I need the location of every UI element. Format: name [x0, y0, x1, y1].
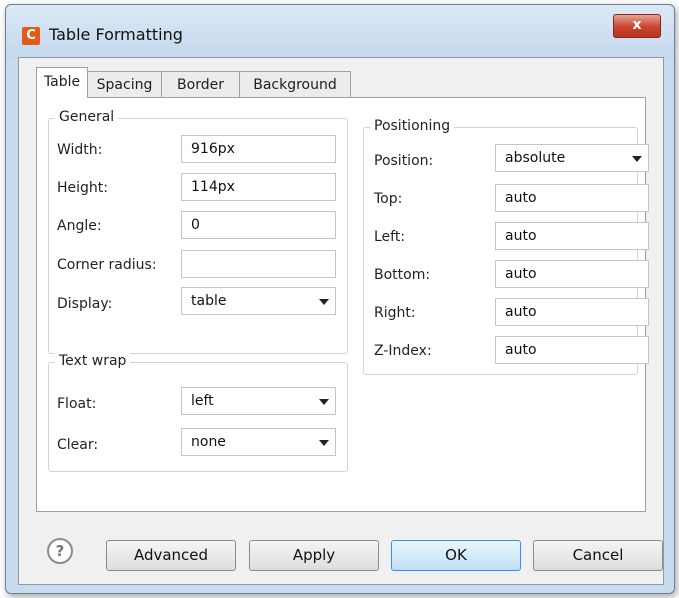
z-index-input[interactable]: auto: [495, 336, 649, 364]
corner-radius-label: Corner radius:: [57, 257, 157, 273]
close-button[interactable]: x: [613, 14, 661, 38]
display-select-value: table: [191, 293, 227, 309]
angle-input[interactable]: 0: [181, 211, 336, 239]
clear-select[interactable]: none: [181, 428, 336, 456]
angle-label: Angle:: [57, 218, 102, 234]
dialog-body: Table Spacing Border Background General …: [18, 57, 664, 585]
width-label: Width:: [57, 142, 103, 158]
positioning-legend: Positioning: [370, 118, 455, 134]
tab-background[interactable]: Background: [239, 71, 351, 97]
table-tab-panel: General Width: 916px Height: 114px Angle…: [36, 97, 649, 512]
float-select[interactable]: left: [181, 387, 336, 415]
left-input[interactable]: auto: [495, 222, 649, 250]
tab-border[interactable]: Border: [161, 71, 240, 97]
text-wrap-legend: Text wrap: [55, 353, 131, 369]
help-icon[interactable]: ?: [47, 538, 73, 564]
tab-spacing[interactable]: Spacing: [87, 71, 162, 97]
general-group: General Width: 916px Height: 114px Angle…: [48, 109, 348, 354]
float-select-value: left: [191, 393, 214, 409]
app-logo-icon: C: [22, 27, 40, 45]
ok-button[interactable]: OK: [391, 540, 521, 571]
right-label: Right:: [374, 305, 416, 321]
tab-table[interactable]: Table: [36, 67, 88, 98]
width-input[interactable]: 916px: [181, 135, 336, 163]
position-label: Position:: [374, 153, 434, 169]
general-legend: General: [55, 109, 119, 125]
top-input[interactable]: auto: [495, 184, 649, 212]
height-input[interactable]: 114px: [181, 173, 336, 201]
positioning-group: Positioning Position: absolute Top: auto…: [363, 118, 649, 375]
left-label: Left:: [374, 229, 406, 245]
cancel-button[interactable]: Cancel: [533, 540, 663, 571]
advanced-button[interactable]: Advanced: [106, 540, 236, 571]
chevron-down-icon: [319, 440, 329, 446]
position-select-value: absolute: [505, 150, 566, 166]
display-label: Display:: [57, 296, 113, 312]
title-bar: C Table Formatting x: [6, 5, 674, 59]
bottom-input[interactable]: auto: [495, 260, 649, 288]
chevron-down-icon: [319, 299, 329, 305]
chevron-down-icon: [319, 399, 329, 405]
table-formatting-dialog: C Table Formatting x Table Spacing Borde…: [5, 4, 675, 594]
top-label: Top:: [374, 191, 403, 207]
right-input[interactable]: auto: [495, 298, 649, 326]
height-label: Height:: [57, 180, 108, 196]
text-wrap-group: Text wrap Float: left Clear: none: [48, 353, 348, 472]
chevron-down-icon: [632, 156, 642, 162]
apply-button[interactable]: Apply: [249, 540, 379, 571]
clear-label: Clear:: [57, 437, 99, 453]
bottom-label: Bottom:: [374, 267, 431, 283]
z-index-label: Z-Index:: [374, 343, 432, 359]
float-label: Float:: [57, 396, 97, 412]
clear-select-value: none: [191, 434, 226, 450]
dialog-title: Table Formatting: [49, 25, 183, 44]
position-select[interactable]: absolute: [495, 144, 649, 172]
display-select[interactable]: table: [181, 287, 336, 315]
corner-radius-input[interactable]: [181, 250, 336, 278]
